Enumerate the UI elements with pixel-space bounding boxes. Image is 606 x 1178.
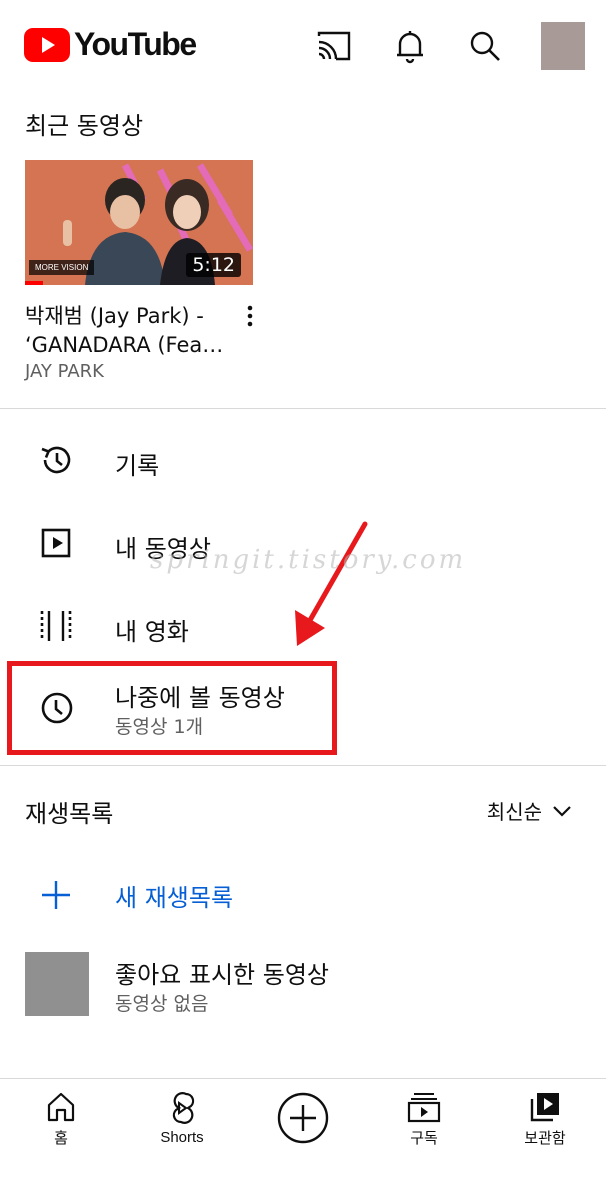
- recent-video-channel: JAY PARK: [25, 361, 104, 382]
- bottom-navigation: 홈 Shorts 구독 보관함: [0, 1078, 606, 1178]
- recent-video-title[interactable]: 박재범 (Jay Park) - ‘GANADARA (Fea…: [25, 302, 240, 360]
- liked-videos-subtitle: 동영상 없음: [115, 993, 209, 1015]
- nav-label: Shorts: [160, 1129, 204, 1146]
- notifications-icon[interactable]: [392, 28, 428, 64]
- new-playlist-button[interactable]: 새 재생목록: [0, 862, 606, 926]
- watermark-text: springit.tistory.com: [150, 545, 467, 575]
- home-icon: [47, 1092, 75, 1122]
- arrow-annotation-icon: [295, 521, 368, 646]
- top-app-bar: YouTube: [0, 0, 606, 96]
- shorts-icon: [172, 1092, 195, 1124]
- sort-dropdown[interactable]: 최신순: [487, 796, 572, 825]
- nav-library[interactable]: 보관함: [495, 1091, 595, 1148]
- nav-subscriptions[interactable]: 구독: [374, 1091, 474, 1148]
- playlist-thumbnail: [25, 952, 89, 1016]
- section-divider: [0, 765, 606, 766]
- avatar[interactable]: [541, 22, 585, 70]
- youtube-logo[interactable]: YouTube: [24, 26, 197, 63]
- logo-text: YouTube: [74, 26, 197, 62]
- highlight-annotation-box: [7, 661, 337, 755]
- menu-item-label: 내 영화: [115, 618, 189, 646]
- menu-item-label: 기록: [115, 452, 160, 480]
- library-icon: [530, 1093, 559, 1122]
- play-square-icon: [41, 528, 71, 558]
- recent-video-thumbnail[interactable]: MORE VISION 5:12: [25, 160, 253, 285]
- subscriptions-icon: [407, 1093, 441, 1123]
- movies-icon: [40, 611, 72, 641]
- liked-videos-playlist[interactable]: 좋아요 표시한 동영상 동영상 없음: [0, 945, 606, 1025]
- cast-icon[interactable]: [316, 28, 352, 64]
- section-divider: [0, 408, 606, 409]
- nav-home[interactable]: 홈: [11, 1091, 111, 1148]
- menu-item-history[interactable]: 기록: [0, 422, 606, 500]
- nav-shorts[interactable]: Shorts: [132, 1091, 232, 1146]
- nav-label: 홈: [54, 1130, 68, 1147]
- playlists-title: 재생목록: [25, 800, 114, 828]
- history-icon: [41, 446, 71, 474]
- watch-progress-bar: [25, 281, 43, 285]
- more-vert-icon[interactable]: [240, 302, 260, 330]
- video-title-line-1: 박재범 (Jay Park) -: [25, 304, 204, 328]
- youtube-play-logo-icon: [24, 27, 70, 62]
- create-button[interactable]: [253, 1091, 353, 1145]
- channel-badge: MORE VISION: [29, 260, 95, 275]
- search-icon[interactable]: [467, 28, 503, 64]
- add-circle-icon: [277, 1092, 329, 1144]
- sort-label: 최신순: [486, 800, 542, 824]
- nav-label: 구독: [410, 1130, 438, 1147]
- liked-videos-title: 좋아요 표시한 동영상: [115, 961, 329, 989]
- nav-label: 보관함: [524, 1130, 566, 1147]
- recent-videos-title: 최근 동영상: [25, 112, 144, 140]
- new-playlist-label: 새 재생목록: [115, 884, 234, 912]
- video-title-line-2: ‘GANADARA (Fea…: [25, 333, 224, 357]
- add-icon: [42, 881, 70, 909]
- video-duration: 5:12: [186, 253, 241, 277]
- chevron-down-icon: [553, 805, 571, 817]
